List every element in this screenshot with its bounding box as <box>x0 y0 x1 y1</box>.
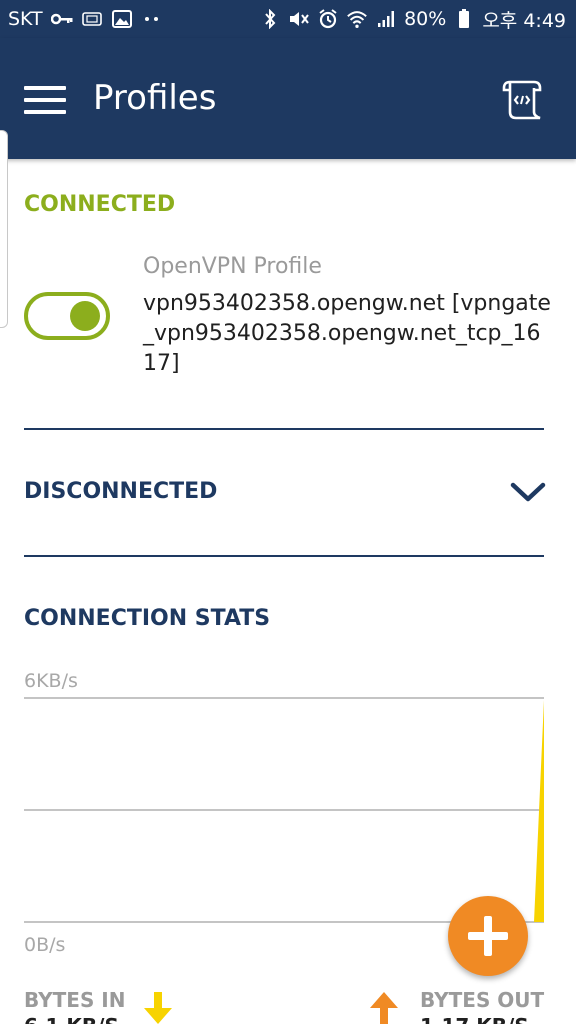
carrier-label: SKT <box>8 8 43 30</box>
connection-stats-heading: CONNECTION STATS <box>24 606 271 631</box>
bytes-out-label: BYTES OUT <box>420 988 545 1012</box>
arrow-down-icon <box>138 992 178 1024</box>
battery-icon <box>453 8 475 30</box>
toggle-knob <box>70 301 100 331</box>
status-bar-left: SKT <box>8 0 163 38</box>
disconnected-heading[interactable]: DISCONNECTED <box>24 479 217 504</box>
app-bar: Profiles <box>0 38 576 159</box>
battery-percent: 80% <box>404 8 447 30</box>
chevron-down-icon[interactable] <box>510 480 546 504</box>
arrow-up-icon <box>364 992 404 1024</box>
section-divider <box>24 555 544 557</box>
status-bar: SKT 80% 오후 4:49 <box>0 0 576 38</box>
mute-icon <box>288 8 310 30</box>
profile-toggle-switch[interactable] <box>24 292 110 340</box>
bytes-in-label: BYTES IN <box>24 988 126 1012</box>
profile-type-label: OpenVPN Profile <box>143 254 322 279</box>
sim-icon <box>81 8 103 30</box>
key-icon <box>50 8 73 30</box>
connection-stats-chart <box>24 697 544 923</box>
section-divider <box>24 428 544 430</box>
chart-min-label: 0B/s <box>24 934 66 956</box>
add-profile-button[interactable] <box>448 896 528 976</box>
wifi-icon <box>346 8 368 30</box>
chart-max-label: 6KB/s <box>24 670 78 692</box>
more-icon <box>141 8 163 30</box>
profile-name[interactable]: vpn953402358.opengw.net [vpngate_vpn9534… <box>143 289 553 379</box>
connected-heading: CONNECTED <box>24 192 176 217</box>
status-bar-right: 80% 오후 4:49 <box>259 0 566 38</box>
alarm-icon <box>317 8 339 30</box>
bytes-in-value: 6.1 KB/S <box>24 1014 119 1024</box>
hamburger-menu-icon[interactable] <box>24 86 66 114</box>
import-profile-icon[interactable] <box>500 76 546 122</box>
drawer-edge-handle[interactable] <box>0 130 8 328</box>
clock: 오후 4:49 <box>482 9 566 32</box>
bytes-out-value: 1.17 KB/S <box>420 1014 529 1024</box>
image-icon <box>111 8 133 30</box>
bluetooth-icon <box>259 8 281 30</box>
page-title: Profiles <box>93 78 217 118</box>
signal-icon <box>375 8 397 30</box>
